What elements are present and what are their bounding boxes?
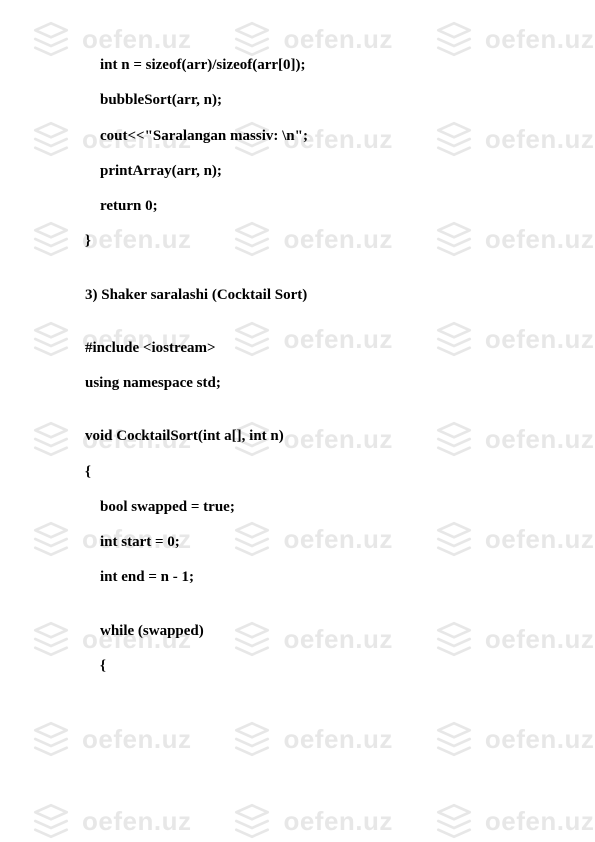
code-line: { [85, 462, 510, 482]
watermark-text: oefen.uz [82, 806, 191, 837]
code-line: bubbleSort(arr, n); [85, 90, 510, 110]
code-line: return 0; [85, 196, 510, 216]
watermark-item: oefen.uz [433, 800, 594, 842]
watermark-item: oefen.uz [30, 800, 191, 842]
watermark-item: oefen.uz [433, 718, 594, 760]
watermark-text: oefen.uz [485, 806, 594, 837]
blank-line [85, 603, 510, 621]
code-line: cout<<"Saralangan massiv: \n"; [85, 126, 510, 146]
code-content: int n = sizeof(arr)/sizeof(arr[0]); bubb… [0, 0, 595, 676]
stack-icon [30, 718, 72, 760]
code-line: { [85, 656, 510, 676]
stack-icon [433, 800, 475, 842]
stack-icon [30, 800, 72, 842]
stack-icon [231, 718, 273, 760]
code-line: int end = n - 1; [85, 567, 510, 587]
watermark-item: oefen.uz [231, 718, 392, 760]
stack-icon [231, 800, 273, 842]
watermark-item: oefen.uz [231, 800, 392, 842]
code-line: void CocktailSort(int a[], int n) [85, 426, 510, 446]
code-line: using namespace std; [85, 373, 510, 393]
code-line: #include <iostream> [85, 338, 510, 358]
code-line: int n = sizeof(arr)/sizeof(arr[0]); [85, 55, 510, 75]
code-line: while (swapped) [85, 621, 510, 641]
blank-line [85, 320, 510, 338]
code-line: bool swapped = true; [85, 497, 510, 517]
stack-icon [433, 718, 475, 760]
code-line: int start = 0; [85, 532, 510, 552]
blank-line [85, 408, 510, 426]
watermark-text: oefen.uz [283, 806, 392, 837]
code-line: printArray(arr, n); [85, 161, 510, 181]
watermark-text: oefen.uz [485, 724, 594, 755]
blank-line [85, 267, 510, 285]
watermark-item: oefen.uz [30, 718, 191, 760]
watermark-text: oefen.uz [82, 724, 191, 755]
watermark-text: oefen.uz [283, 724, 392, 755]
code-line: 3) Shaker saralashi (Cocktail Sort) [85, 285, 510, 305]
code-line: } [85, 231, 510, 251]
